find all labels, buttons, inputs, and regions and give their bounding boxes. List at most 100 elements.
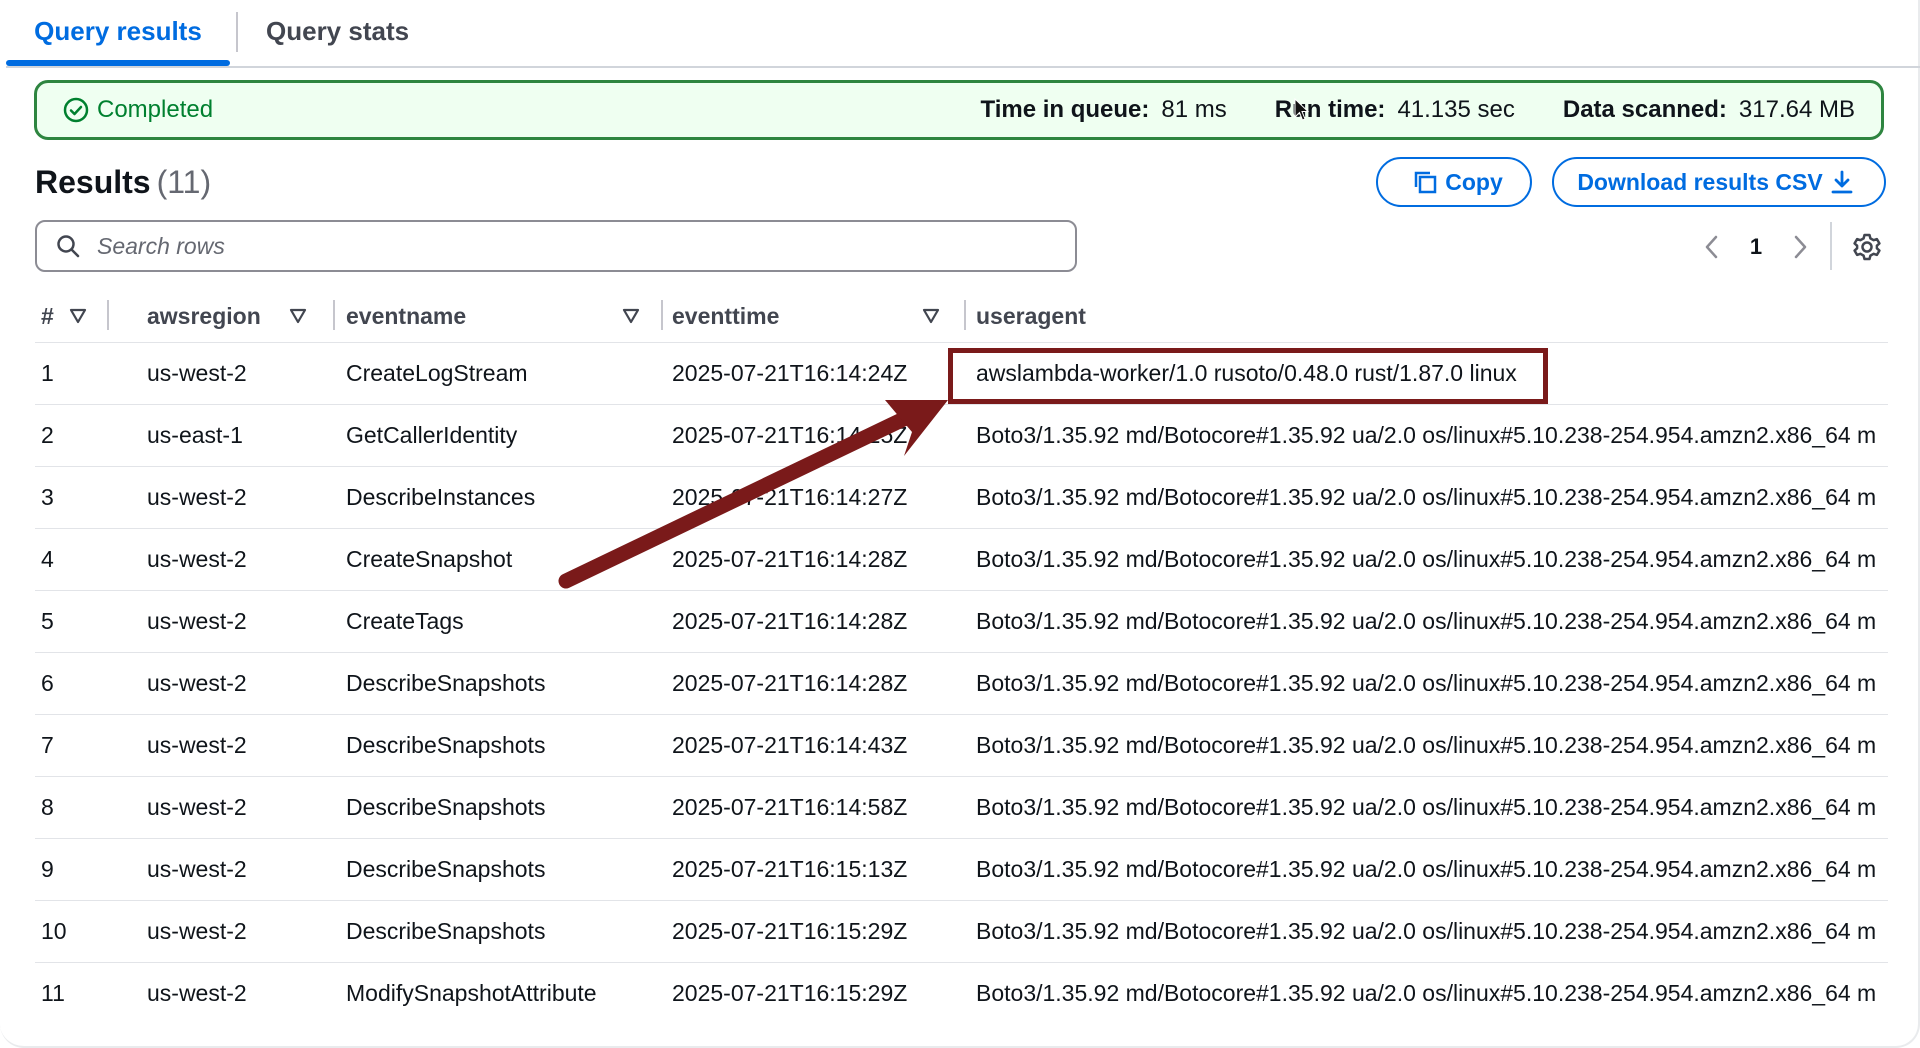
table-row[interactable]: 8 us-west-2 DescribeSnapshots 2025-07-21T16… [35,776,1888,839]
download-icon [1831,170,1853,194]
cell-eventname: GetCallerIdentity [340,404,666,467]
cell-useragent: Boto3/1.35.92 md/Botocore#1.35.92 ua/2.0… [970,900,1888,963]
download-label: Download results CSV [1577,168,1823,195]
column-divider[interactable] [964,300,966,330]
table-row[interactable]: 2 us-east-1 GetCallerIdentity 2025-07-21T16… [35,404,1888,467]
cell-eventtime-text: 2025-07-21T16:15:13Z [672,856,908,882]
cell-eventtime-text: 2025-07-21T16:14:25Z [672,422,908,448]
copy-label: Copy [1445,168,1503,195]
copy-icon [1415,171,1437,194]
chevron-right-icon[interactable] [1788,228,1812,266]
cell-useragent: Boto3/1.35.92 md/Botocore#1.35.92 ua/2.0… [970,776,1888,839]
cell-eventtime-text: 2025-07-21T16:15:29Z [672,980,908,1006]
data-scanned-label: Data scanned: [1562,96,1727,123]
cell-eventname-text: CreateLogStream [346,360,528,386]
cell-eventname: CreateSnapshot [340,528,666,591]
run-time: Run time: 41.135 sec [1275,83,1515,137]
download-csv-button[interactable]: Download results CSV [1552,157,1886,207]
table-row[interactable]: 11 us-west-2 ModifySnapshotAttribute 2025-0… [35,962,1888,1024]
pager-divider [1830,222,1832,270]
table-row[interactable]: 7 us-west-2 DescribeSnapshots 2025-07-21T16… [35,714,1888,777]
cell-index-text: 6 [41,670,54,696]
cell-index: 3 [35,466,141,529]
col-header-index[interactable]: # [35,290,141,343]
column-divider[interactable] [333,300,335,330]
tab-query-stats[interactable]: Query stats [266,0,409,64]
gear-icon[interactable] [1850,230,1884,264]
time-in-queue: Time in queue: 81 ms [980,83,1226,137]
cell-index-text: 7 [41,732,54,758]
search-input[interactable] [95,231,999,261]
cell-awsregion: us-west-2 [141,962,340,1024]
cell-useragent-text: awslambda-worker/1.0 rusoto/0.48.0 rust/… [976,360,1517,386]
sort-icon[interactable] [289,308,307,324]
chevron-left-icon[interactable] [1700,228,1724,266]
cell-eventname: DescribeSnapshots [340,838,666,901]
cell-useragent-text: Boto3/1.35.92 md/Botocore#1.35.92 ua/2.0… [976,670,1877,696]
table-row[interactable]: 9 us-west-2 DescribeSnapshots 2025-07-21T16… [35,838,1888,901]
cell-awsregion: us-east-1 [141,404,340,467]
cell-eventname-text: DescribeSnapshots [346,670,546,696]
table-row[interactable]: 5 us-west-2 CreateTags 2025-07-21T16:14:28Z… [35,590,1888,653]
col-header-eventtime[interactable]: eventtime [666,290,970,343]
cell-eventtime: 2025-07-21T16:15:13Z [666,838,970,901]
cell-useragent: Boto3/1.35.92 md/Botocore#1.35.92 ua/2.0… [970,590,1888,653]
cell-useragent-text: Boto3/1.35.92 md/Botocore#1.35.92 ua/2.0… [976,794,1877,820]
cell-awsregion-text: us-west-2 [147,546,247,572]
cell-useragent: Boto3/1.35.92 md/Botocore#1.35.92 ua/2.0… [970,962,1888,1024]
cursor-icon [1294,98,1310,121]
col-header-useragent[interactable]: useragent [970,290,1888,343]
cell-awsregion: us-west-2 [141,900,340,963]
results-heading: Results (11) [35,164,211,201]
col-header-eventname[interactable]: eventname [340,290,666,343]
col-header-awsregion[interactable]: awsregion [141,290,340,343]
cell-awsregion: us-west-2 [141,528,340,591]
cell-eventtime: 2025-07-21T16:14:24Z [666,342,970,405]
cell-eventtime-text: 2025-07-21T16:14:43Z [672,732,908,758]
cell-useragent-text: Boto3/1.35.92 md/Botocore#1.35.92 ua/2.0… [976,608,1877,634]
cell-eventtime-text: 2025-07-21T16:14:27Z [672,484,908,510]
cell-eventname: CreateTags [340,590,666,653]
col-header-label: useragent [976,302,1086,329]
results-title: Results [35,164,151,200]
sort-icon[interactable] [622,308,640,324]
cell-eventtime: 2025-07-21T16:14:27Z [666,466,970,529]
cell-useragent: awslambda-worker/1.0 rusoto/0.48.0 rust/… [970,342,1888,405]
cell-eventtime: 2025-07-21T16:14:28Z [666,528,970,591]
table-row[interactable]: 10 us-west-2 DescribeSnapshots 2025-07-21T1… [35,900,1888,963]
cell-eventtime: 2025-07-21T16:14:25Z [666,404,970,467]
cell-eventtime: 2025-07-21T16:15:29Z [666,962,970,1024]
column-divider[interactable] [107,300,109,330]
cell-eventtime-text: 2025-07-21T16:15:29Z [672,918,908,944]
cell-index-text: 5 [41,608,54,634]
copy-button[interactable]: Copy [1376,157,1532,207]
table-row[interactable]: 3 us-west-2 DescribeInstances 2025-07-21T16… [35,466,1888,529]
cell-eventname: CreateLogStream [340,342,666,405]
table-row[interactable]: 6 us-west-2 DescribeSnapshots 2025-07-21T16… [35,652,1888,715]
table-row[interactable]: 1 us-west-2 CreateLogStream 2025-07-21T16:1… [35,342,1888,405]
sort-icon[interactable] [922,308,940,324]
cell-eventname-text: DescribeSnapshots [346,856,546,882]
sort-icon[interactable] [69,308,87,324]
status-label: Completed [97,96,214,123]
cell-index-text: 1 [41,360,54,386]
cell-index: 9 [35,838,141,901]
status-banner: Completed Time in queue: 81 ms Run time: 4… [34,80,1884,140]
cell-awsregion-text: us-east-1 [147,422,243,448]
table-row[interactable]: 4 us-west-2 CreateSnapshot 2025-07-21T16:14… [35,528,1888,591]
cell-useragent: Boto3/1.35.92 md/Botocore#1.35.92 ua/2.0… [970,528,1888,591]
cell-index-text: 9 [41,856,54,882]
cell-eventtime-text: 2025-07-21T16:14:58Z [672,794,908,820]
data-scanned: Data scanned: 317.64 MB [1563,83,1855,137]
cell-eventname: ModifySnapshotAttribute [340,962,666,1024]
cell-eventname-text: DescribeSnapshots [346,918,546,944]
cell-awsregion-text: us-west-2 [147,794,247,820]
page-number[interactable]: 1 [1746,228,1766,266]
time-in-queue-label: Time in queue: [980,96,1150,123]
tab-query-results[interactable]: Query results [6,0,230,66]
cell-useragent: Boto3/1.35.92 md/Botocore#1.35.92 ua/2.0… [970,466,1888,529]
cell-eventname-text: ModifySnapshotAttribute [346,980,597,1006]
cell-awsregion: us-west-2 [141,466,340,529]
search-icon [57,235,80,258]
column-divider[interactable] [661,300,663,330]
